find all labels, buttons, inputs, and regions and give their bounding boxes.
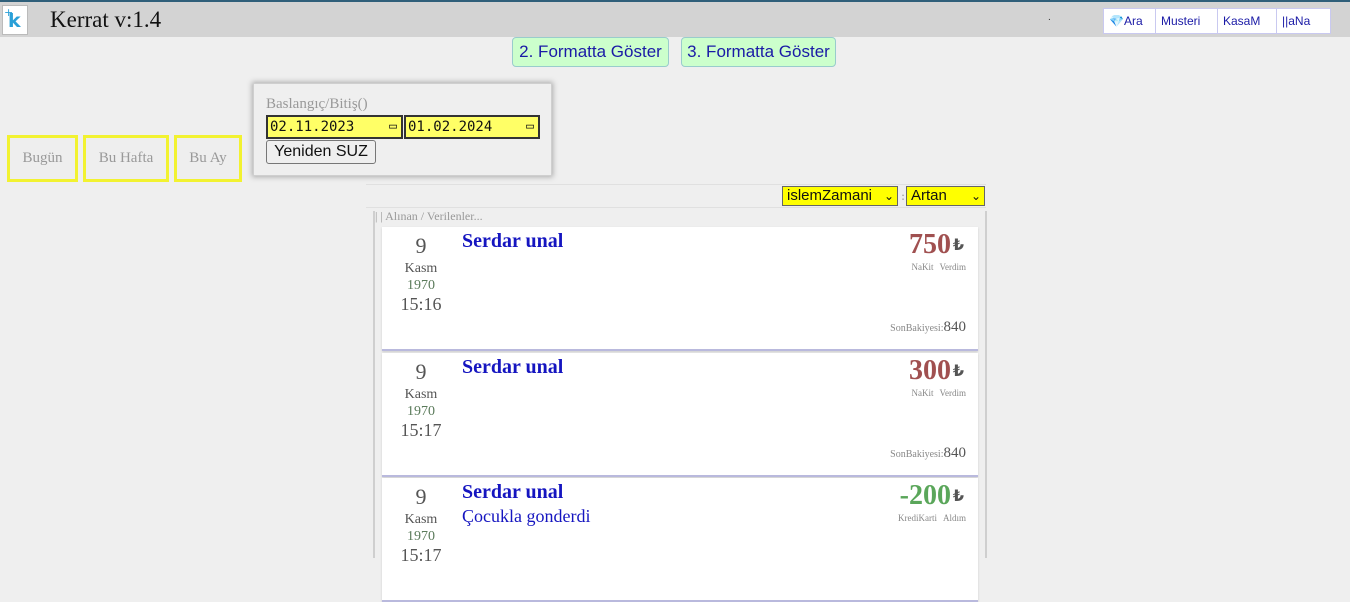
list-item[interactable]: 9 Kasm 1970 15:17 Serdar unal Çocukla go…	[382, 478, 978, 602]
item-year: 1970	[407, 529, 435, 544]
item-day: 9	[415, 359, 427, 384]
app-header: + k Kerrat v:1.4 . 💎Ara Musteri KasaM ||…	[0, 2, 1350, 37]
top-nav: 💎Ara Musteri KasaM ||aNa	[1103, 8, 1331, 34]
format-2-button[interactable]: 2. Formatta Göster	[512, 37, 669, 67]
lira-icon: ₺	[952, 235, 964, 254]
chevron-down-icon: ⌄	[883, 189, 894, 203]
this-week-button[interactable]: Bu Hafta	[83, 135, 169, 182]
item-direction: Aldım	[942, 513, 966, 523]
item-amount: 300	[909, 355, 951, 386]
list-item[interactable]: 9 Kasm 1970 15:17 Serdar unal 300 ₺ NaKi…	[382, 353, 978, 477]
sort-order-value: Artan	[911, 187, 947, 204]
sort-field-value: islemZamani	[787, 187, 873, 204]
item-day: 9	[415, 233, 427, 258]
date-filter-panel: Baslangıç/Bitiş() 02.11.2023 ▭ 01.02.202…	[253, 83, 552, 176]
item-balance: SonBakiyesi:840	[890, 445, 966, 462]
balance-value: 840	[943, 445, 967, 461]
list-header: | | Alınan / Verilenler...	[375, 209, 483, 223]
item-method: NaKit	[911, 262, 934, 272]
end-date-value: 01.02.2024	[408, 119, 493, 135]
logo-letter: k	[8, 10, 21, 32]
date-range-label: Baslangıç/Bitiş()	[266, 96, 368, 112]
item-method: KrediKarti	[898, 513, 937, 523]
item-time: 15:17	[400, 420, 442, 440]
item-time: 15:16	[400, 294, 442, 314]
balance-label: SonBakiyesi:	[890, 449, 944, 460]
balance-label: SonBakiyesi:	[890, 323, 944, 334]
item-year: 1970	[407, 404, 435, 419]
refilter-button[interactable]: Yeniden SUZ	[266, 140, 376, 164]
item-customer-name[interactable]: Serdar unal	[462, 230, 563, 253]
item-balance: SonBakiyesi:840	[890, 319, 966, 336]
sort-order-select[interactable]: Artan ⌄	[906, 186, 985, 206]
format-3-button[interactable]: 3. Formatta Göster	[681, 37, 836, 67]
item-method: NaKit	[911, 388, 934, 398]
lira-icon: ₺	[952, 486, 964, 505]
sort-bar: islemZamani ⌄ : Artan ⌄	[366, 184, 986, 208]
calendar-icon[interactable]: ▭	[526, 117, 534, 137]
app-logo[interactable]: + k	[2, 5, 28, 35]
item-month: Kasm	[404, 512, 438, 527]
item-customer-name[interactable]: Serdar unal	[462, 481, 563, 504]
item-year: 1970	[407, 278, 435, 293]
item-amount: -200	[899, 480, 951, 511]
today-button[interactable]: Bugün	[7, 135, 78, 182]
balance-value: 840	[943, 319, 967, 335]
sort-separator: :	[901, 189, 906, 203]
calendar-icon[interactable]: ▭	[389, 117, 397, 137]
item-direction: Verdim	[939, 262, 967, 272]
app-title: Kerrat v:1.4	[50, 7, 162, 32]
nav-kasam[interactable]: KasaM	[1218, 9, 1277, 33]
item-meta: NaKit Verdim	[912, 262, 967, 272]
chevron-down-icon: ⌄	[970, 189, 981, 203]
item-meta: NaKit Verdim	[912, 388, 967, 398]
nav-ana[interactable]: ||aNa	[1277, 9, 1330, 33]
nav-ara[interactable]: 💎Ara	[1104, 9, 1156, 33]
item-amount: 750	[909, 229, 951, 260]
end-date-input[interactable]: 01.02.2024 ▭	[404, 115, 540, 139]
header-dot: .	[1048, 12, 1051, 23]
item-note: Çocukla gonderdi	[462, 506, 591, 526]
start-date-input[interactable]: 02.11.2023 ▭	[266, 115, 403, 139]
item-time: 15:17	[400, 545, 442, 565]
item-month: Kasm	[404, 387, 438, 402]
sort-field-select[interactable]: islemZamani ⌄	[782, 186, 898, 206]
item-customer-name[interactable]: Serdar unal	[462, 356, 563, 379]
this-month-button[interactable]: Bu Ay	[174, 135, 242, 182]
item-month: Kasm	[404, 261, 438, 276]
lira-icon: ₺	[952, 361, 964, 380]
list-item[interactable]: 9 Kasm 1970 15:16 Serdar unal 750 ₺ NaKi…	[382, 227, 978, 351]
nav-musteri[interactable]: Musteri	[1156, 9, 1218, 33]
transaction-list: | | Alınan / Verilenler... 9 Kasm 1970 1…	[373, 209, 987, 602]
item-meta: KrediKarti Aldım	[898, 513, 966, 523]
start-date-value: 02.11.2023	[270, 119, 355, 135]
item-day: 9	[415, 484, 427, 509]
item-direction: Verdim	[939, 388, 967, 398]
